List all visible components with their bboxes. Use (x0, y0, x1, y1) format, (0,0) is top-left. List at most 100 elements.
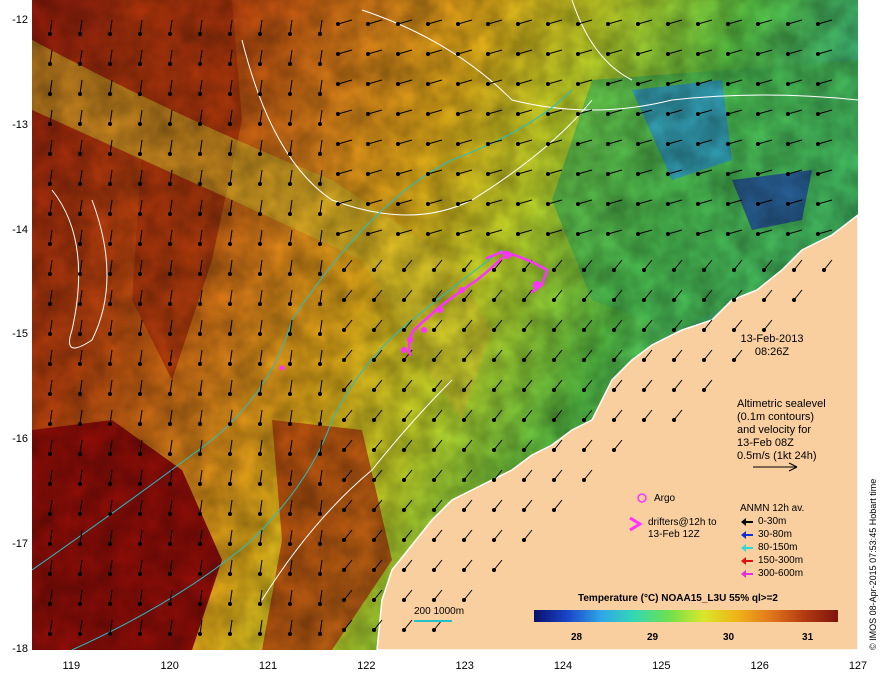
current-arrow-head (516, 22, 520, 26)
current-arrow-head (552, 298, 556, 302)
current-arrow-head (318, 152, 322, 156)
current-arrow-head (342, 478, 346, 482)
current-arrow-head (228, 422, 232, 426)
current-arrow-head (606, 232, 610, 236)
current-arrow-head (486, 232, 490, 236)
current-arrow-head (612, 448, 616, 452)
current-arrow-head (726, 202, 730, 206)
current-arrow-head (702, 328, 706, 332)
current-arrow-head (432, 538, 436, 542)
current-arrow-head (762, 298, 766, 302)
current-arrow-head (228, 542, 232, 546)
current-arrow-head (606, 22, 610, 26)
current-arrow-head (318, 362, 322, 366)
current-arrow-head (402, 388, 406, 392)
colorbar-tick: 29 (646, 632, 659, 643)
current-arrow-head (336, 22, 340, 26)
current-arrow-head (78, 62, 82, 66)
current-arrow-head (756, 232, 760, 236)
current-arrow-head (612, 298, 616, 302)
current-arrow-head (432, 478, 436, 482)
current-arrow-head (78, 242, 82, 246)
current-arrow-head (702, 358, 706, 362)
current-arrow-head (288, 482, 292, 486)
current-arrow-head (108, 62, 112, 66)
current-arrow-head (786, 82, 790, 86)
current-arrow-head (486, 172, 490, 176)
time-text: 08:26Z (754, 346, 790, 358)
current-arrow-head (696, 202, 700, 206)
current-arrow-head (168, 542, 172, 546)
depth-legend-item: 300-600m (740, 567, 840, 580)
current-arrow-head (198, 152, 202, 156)
current-arrow-head (168, 482, 172, 486)
current-arrow-head (516, 232, 520, 236)
depth-label: 0-30m (758, 516, 787, 527)
current-arrow-head (456, 82, 460, 86)
current-arrow-head (636, 22, 640, 26)
current-arrow-head (288, 302, 292, 306)
current-arrow-head (696, 112, 700, 116)
current-arrow-head (786, 22, 790, 26)
current-arrow-head (198, 272, 202, 276)
depth-legend-item: 80-150m (740, 541, 840, 554)
current-arrow-head (396, 82, 400, 86)
current-arrow-head (318, 332, 322, 336)
current-arrow-head (456, 232, 460, 236)
current-arrow-head (492, 388, 496, 392)
current-arrow-head (48, 62, 52, 66)
current-arrow-head (786, 52, 790, 56)
current-arrow-head (396, 232, 400, 236)
current-arrow-head (336, 142, 340, 146)
current-arrow-head (522, 358, 526, 362)
current-arrow-head (702, 298, 706, 302)
current-arrow-head (432, 328, 436, 332)
current-arrow-head (228, 32, 232, 36)
anmn-title: ANMN 12h av. (740, 503, 805, 514)
current-arrow-head (696, 82, 700, 86)
current-arrow-head (258, 92, 262, 96)
current-arrow-head (288, 212, 292, 216)
current-arrow-head (816, 22, 820, 26)
current-arrow-head (642, 358, 646, 362)
current-arrow-head (546, 142, 550, 146)
current-arrow-head (228, 62, 232, 66)
current-arrow-head (198, 482, 202, 486)
current-arrow-head (636, 112, 640, 116)
current-arrow-head (522, 388, 526, 392)
current-arrow-head (516, 172, 520, 176)
current-arrow-head (288, 92, 292, 96)
current-arrow-head (168, 122, 172, 126)
current-arrow-head (726, 172, 730, 176)
sst-map[interactable] (32, 0, 858, 650)
current-arrow-head (372, 568, 376, 572)
current-arrow-head (48, 32, 52, 36)
current-arrow-head (336, 232, 340, 236)
current-arrow-head (288, 272, 292, 276)
current-arrow-head (432, 448, 436, 452)
current-arrow-head (552, 328, 556, 332)
current-arrow-head (756, 202, 760, 206)
current-arrow-head (336, 52, 340, 56)
current-arrow-head (666, 22, 670, 26)
current-arrow-head (228, 272, 232, 276)
current-arrow-head (672, 268, 676, 272)
current-arrow-head (696, 232, 700, 236)
current-arrow-head (48, 362, 52, 366)
current-arrow-head (426, 202, 430, 206)
current-arrow-head (138, 452, 142, 456)
current-arrow-head (582, 448, 586, 452)
current-arrow-head (168, 602, 172, 606)
current-arrow-head (396, 172, 400, 176)
current-arrow-head (108, 242, 112, 246)
current-arrow-head (342, 508, 346, 512)
current-arrow-head (342, 388, 346, 392)
current-arrow-head (486, 202, 490, 206)
alt-line: Altimetric sealevel (737, 398, 826, 410)
current-arrow-head (372, 328, 376, 332)
alt-line: and velocity for (737, 424, 811, 436)
current-arrow-head (432, 568, 436, 572)
current-arrow-head (546, 112, 550, 116)
current-arrow-head (288, 32, 292, 36)
current-arrow-head (672, 358, 676, 362)
